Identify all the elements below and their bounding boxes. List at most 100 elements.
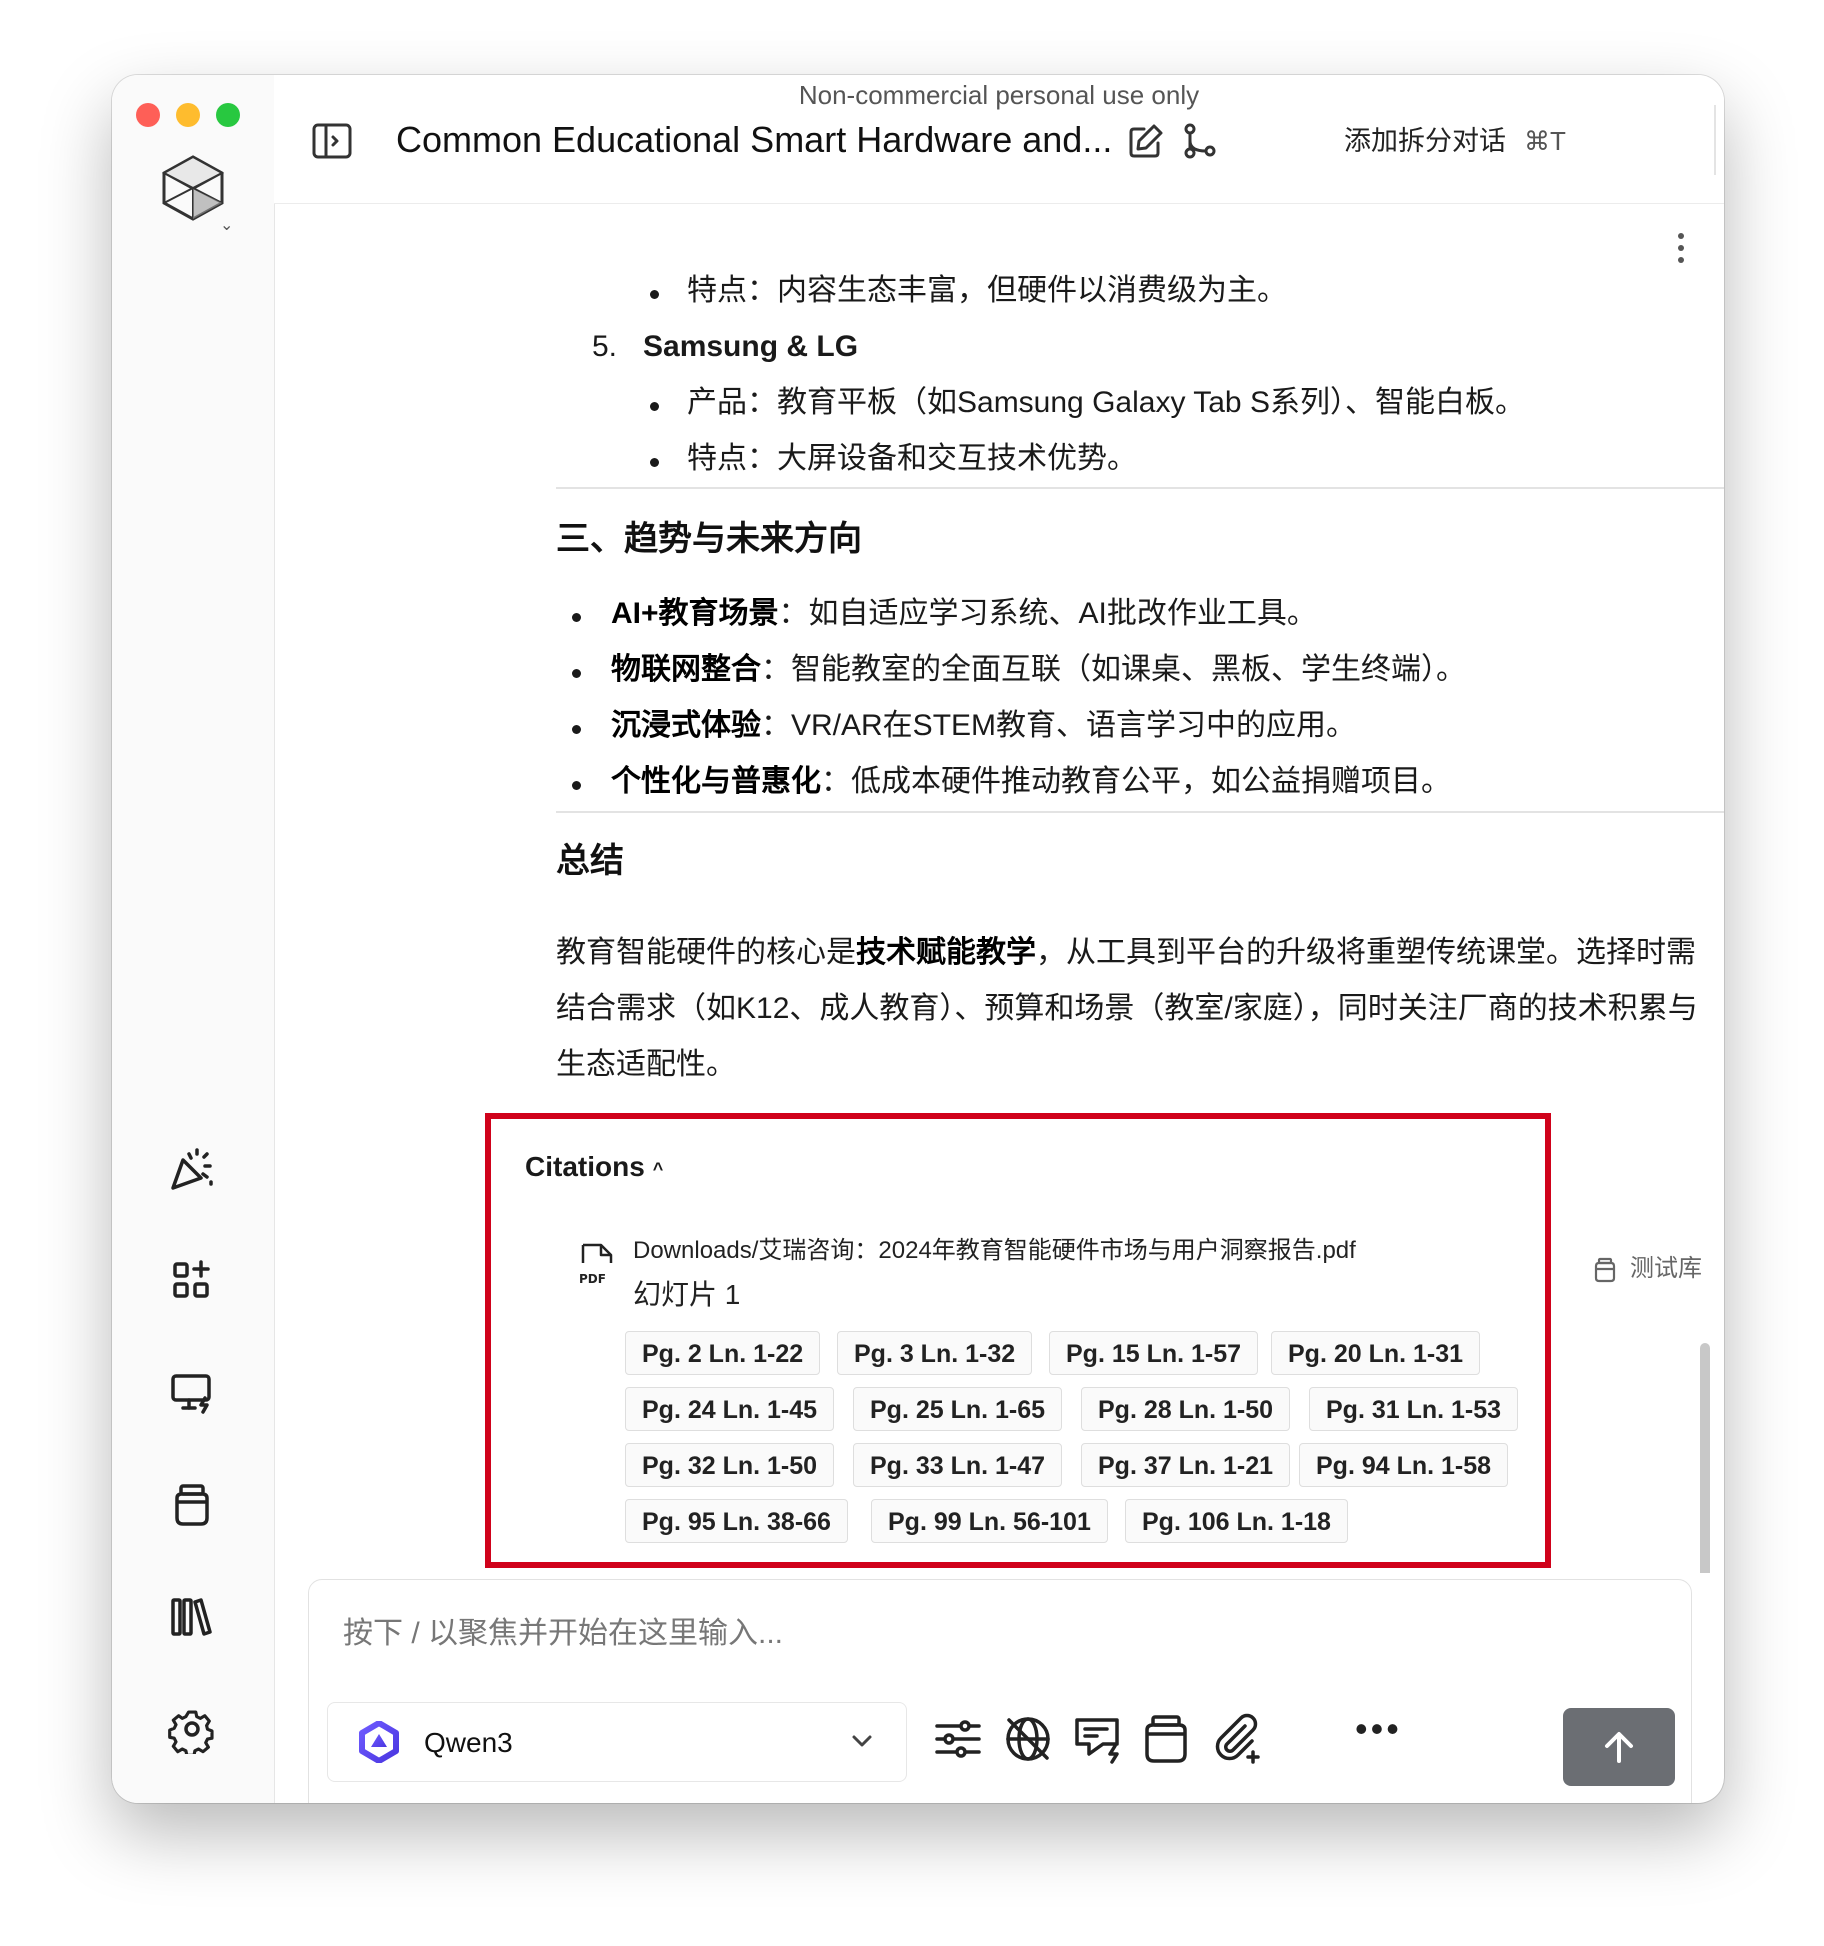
chat-content: 特点：内容生态丰富，但硬件以消费级为主。 5. Samsung & LG 产品：… — [274, 203, 1724, 1573]
chevron-up-icon: ^ — [652, 1158, 664, 1179]
citation-chip[interactable]: Pg. 95 Ln. 38-66 — [625, 1499, 848, 1543]
summary-text: 教育智能硬件的核心是 — [556, 936, 856, 969]
trend-label: 个性化与普惠化 — [611, 765, 821, 798]
monitor-bolt-icon — [171, 1374, 211, 1414]
trend-text: ：如自适应学习系统、AI批改作业工具。 — [778, 597, 1317, 630]
citation-chip[interactable]: Pg. 106 Ln. 1-18 — [1125, 1499, 1348, 1543]
bullet — [650, 402, 659, 411]
qwen-logo-icon — [359, 1721, 399, 1763]
citation-chip[interactable]: Pg. 99 Ln. 56-101 — [871, 1499, 1108, 1543]
summary-emphasis: 技术赋能教学 — [856, 936, 1036, 969]
citation-chip[interactable]: Pg. 94 Ln. 1-58 — [1299, 1443, 1509, 1487]
sidebar-item-monitor[interactable] — [162, 1363, 222, 1423]
watermark-text: Non-commercial personal use only — [798, 80, 1200, 110]
sidebar-toggle-icon[interactable] — [310, 119, 354, 163]
section-heading: 三、趋势与未来方向 — [556, 520, 862, 558]
trend-item: 沉浸式体验：VR/AR在STEM教育、语言学习中的应用。 — [611, 704, 1356, 748]
knowledge-base-label: 测试库 — [1630, 1255, 1702, 1282]
citations-panel: Citations ^ PDF Downloads/艾瑞咨询：2024年教育智能硬… — [485, 1113, 1551, 1568]
svg-text:PDF: PDF — [579, 1272, 606, 1286]
knowledge-jar-icon[interactable] — [1139, 1712, 1193, 1766]
list-item-title: Samsung & LG — [643, 330, 859, 363]
party-popper-icon — [171, 1148, 213, 1190]
citation-chip[interactable]: Pg. 25 Ln. 1-65 — [853, 1387, 1063, 1431]
citation-chip[interactable]: Pg. 20 Ln. 1-31 — [1271, 1331, 1481, 1375]
workspace-chevron-down-icon[interactable]: ⌄ — [220, 215, 233, 235]
sidebar-item-apps[interactable] — [162, 1251, 222, 1311]
branch-icon[interactable] — [1180, 121, 1220, 161]
sidebar-item-library[interactable] — [162, 1587, 222, 1647]
chevron-down-icon — [852, 1735, 872, 1747]
list-item: 产品：教育平板（如Samsung Galaxy Tab S系列）、智能白板。 — [687, 386, 1525, 419]
title-bar: Non-commercial personal use only Common … — [274, 75, 1724, 204]
citation-slide: 幻灯片 1 — [633, 1279, 741, 1310]
jar-icon — [1594, 1257, 1616, 1282]
citation-chip[interactable]: Pg. 2 Ln. 1-22 — [625, 1331, 821, 1375]
summary-line: 教育智能硬件的核心是技术赋能教学，从工具到平台的升级将重塑传统课堂。选择时需 — [556, 931, 1696, 975]
citations-label: Citations — [525, 1151, 645, 1182]
divider — [556, 811, 1724, 813]
send-button[interactable] — [1563, 1708, 1675, 1786]
jar-icon — [175, 1484, 209, 1526]
sliders-icon[interactable] — [931, 1712, 985, 1766]
edit-title-icon[interactable] — [1126, 121, 1166, 161]
citation-chip[interactable]: Pg. 32 Ln. 1-50 — [625, 1443, 835, 1487]
knowledge-base-tag[interactable]: 测试库 — [1590, 1249, 1702, 1289]
sidebar: ⌄ — [112, 75, 275, 1803]
gear-icon — [168, 1710, 214, 1754]
app-logo-icon[interactable] — [158, 153, 228, 223]
window-zoom-button[interactable] — [216, 103, 240, 127]
model-name: Qwen3 — [424, 1727, 513, 1758]
split-chat-shortcut: ⌘T — [1524, 126, 1566, 156]
trend-item: AI+教育场景：如自适应学习系统、AI批改作业工具。 — [611, 592, 1317, 636]
attachment-add-icon[interactable] — [1209, 1712, 1263, 1766]
trend-label: AI+教育场景 — [611, 597, 779, 630]
sidebar-item-knowledge[interactable] — [162, 1475, 222, 1535]
arrow-up-icon — [1605, 1732, 1633, 1763]
list-item: 特点：内容生态丰富，但硬件以消费级为主。 — [687, 274, 1287, 307]
message-menu-icon[interactable] — [1676, 233, 1686, 269]
bullet — [650, 290, 659, 299]
bullet — [650, 458, 659, 467]
add-split-chat-button[interactable]: 添加拆分对话 ⌘T — [1344, 119, 1566, 163]
citation-chip[interactable]: Pg. 15 Ln. 1-57 — [1049, 1331, 1259, 1375]
more-tools-icon[interactable]: ••• — [1355, 1704, 1402, 1754]
app-window: ⌄ Non-commercial personal use only Commo… — [112, 75, 1724, 1803]
trend-text: ：低成本硬件推动教育公平，如公益捐赠项目。 — [821, 765, 1451, 798]
bullet — [572, 781, 581, 790]
citation-chip[interactable]: Pg. 31 Ln. 1-53 — [1309, 1387, 1519, 1431]
content-scrollbar[interactable] — [1700, 1343, 1710, 1573]
split-chat-label: 添加拆分对话 — [1344, 126, 1506, 156]
bullet — [572, 725, 581, 734]
trend-label: 物联网整合 — [611, 653, 761, 686]
quick-reply-icon[interactable] — [1071, 1712, 1125, 1766]
trend-text: ：VR/AR在STEM教育、语言学习中的应用。 — [761, 709, 1357, 742]
citation-chip[interactable]: Pg. 33 Ln. 1-47 — [853, 1443, 1063, 1487]
summary-line: 生态适配性。 — [556, 1048, 736, 1081]
citation-chip[interactable]: Pg. 24 Ln. 1-45 — [625, 1387, 835, 1431]
trend-item: 个性化与普惠化：低成本硬件推动教育公平，如公益捐赠项目。 — [611, 760, 1451, 804]
window-minimize-button[interactable] — [176, 103, 200, 127]
trend-label: 沉浸式体验 — [611, 709, 761, 742]
model-selector[interactable]: Qwen3 — [327, 1702, 907, 1782]
citation-chip[interactable]: Pg. 3 Ln. 1-32 — [837, 1331, 1033, 1375]
sidebar-item-settings[interactable] — [162, 1699, 222, 1759]
list-number: 5. — [592, 330, 618, 363]
library-books-icon — [171, 1598, 212, 1636]
trend-text: ：智能教室的全面互联（如课桌、黑板、学生终端）。 — [761, 653, 1466, 686]
pdf-file-icon: PDF — [579, 1243, 613, 1286]
web-search-off-icon[interactable] — [1001, 1712, 1055, 1766]
title-divider — [1714, 105, 1716, 175]
sidebar-item-party[interactable] — [162, 1139, 222, 1199]
bullet — [572, 613, 581, 622]
conversation-title[interactable]: Common Educational Smart Hardware and... — [396, 115, 1112, 165]
summary-line: 结合需求（如K12、成人教育）、预算和场景（教室/家庭），同时关注厂商的技术积累… — [556, 992, 1698, 1025]
message-input[interactable] — [341, 1616, 1545, 1652]
message-composer: Qwen3 — [308, 1579, 1692, 1803]
citation-chip[interactable]: Pg. 37 Ln. 1-21 — [1081, 1443, 1291, 1487]
summary-heading: 总结 — [556, 842, 624, 880]
citation-file-link[interactable]: Downloads/艾瑞咨询：2024年教育智能硬件市场与用户洞察报告.pdf — [633, 1233, 1356, 1269]
window-close-button[interactable] — [136, 103, 160, 127]
citations-toggle[interactable]: Citations ^ — [525, 1147, 663, 1189]
citation-chip[interactable]: Pg. 28 Ln. 1-50 — [1081, 1387, 1291, 1431]
